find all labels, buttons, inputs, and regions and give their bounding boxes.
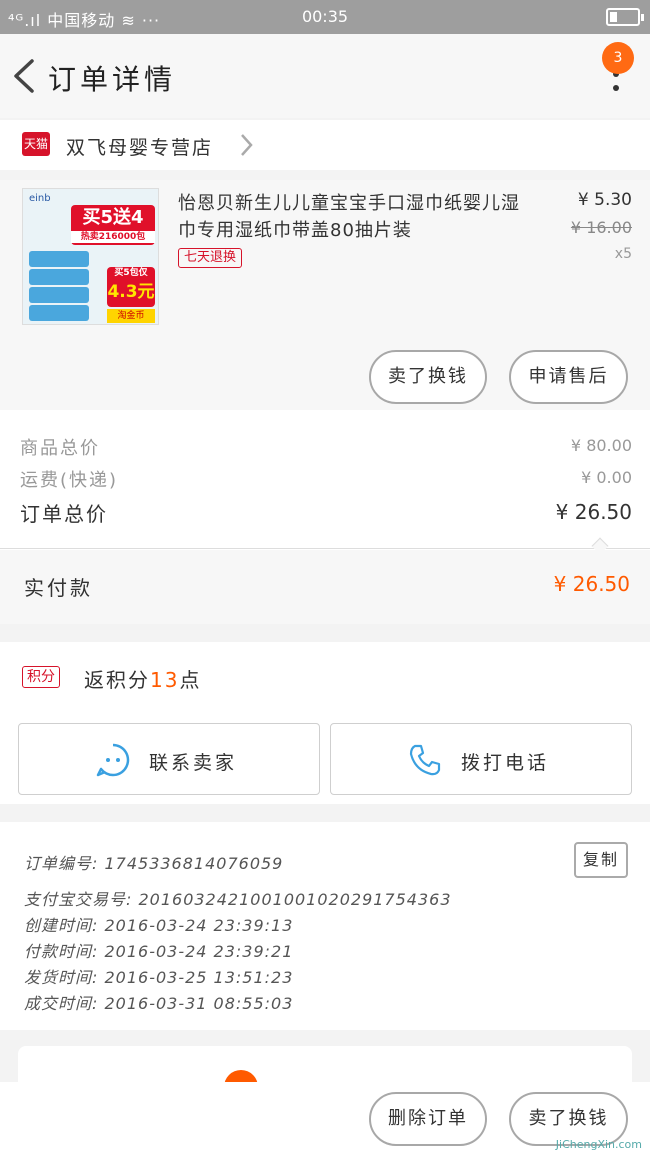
return-policy-tag: 七天退换: [178, 248, 243, 268]
points-suffix: 点: [179, 668, 202, 692]
product-price: ¥ 5.30: [577, 190, 632, 210]
delete-order-button[interactable]: 删除订单: [369, 1092, 487, 1146]
thumb-promo-subtext: 热卖216000包: [71, 231, 155, 243]
product-thumbnail[interactable]: einb 买5送4 热卖216000包 买5包仅 4.3元 淘金币: [22, 188, 159, 325]
points-text: 返积分13点: [84, 664, 201, 693]
thumb-offer-badge: 买5包仅 4.3元: [107, 267, 155, 307]
paid-amount-row: 实付款 ¥ 26.50: [0, 550, 650, 624]
product-original-price: ¥ 16.00: [570, 218, 632, 237]
watermark: JiChengXin.com: [555, 1138, 642, 1151]
order-info: 订单编号: 1745336814076059 复制 支付宝交易号: 201603…: [0, 822, 650, 1030]
battery-icon: [606, 8, 644, 26]
shop-row[interactable]: 天猫 双飞母婴专营店: [0, 120, 650, 170]
bottom-action-bar: 删除订单 卖了换钱 JiChengXin.com: [0, 1082, 650, 1155]
product-quantity: x5: [614, 246, 632, 262]
shipped-time: 发货时间: 2016-03-25 13:51:23: [24, 968, 294, 987]
call-phone-button[interactable]: 拨打电话: [330, 723, 632, 795]
thumb-wipes-pack: [29, 251, 89, 267]
points-prefix: 返积分: [84, 668, 150, 692]
copy-button[interactable]: 复制: [574, 842, 628, 878]
alipay-trade-number: 支付宝交易号: 2016032421001001020291754363: [24, 890, 452, 909]
order-number: 订单编号: 1745336814076059: [24, 854, 284, 873]
points-tag: 积分: [22, 666, 60, 688]
paid-time: 付款时间: 2016-03-24 23:39:21: [24, 942, 294, 961]
price-summary: 商品总价 ¥ 80.00 运费(快递) ¥ 0.00 订单总价 ¥ 26.50: [0, 410, 650, 555]
notification-badge[interactable]: 3: [602, 42, 634, 74]
tmall-tag: 天猫: [22, 132, 50, 156]
goods-total-label: 商品总价: [20, 438, 100, 459]
shipping-value: ¥ 0.00: [581, 468, 632, 487]
thumb-wipes-pack: [29, 287, 89, 303]
thumb-offer-price: 4.3元: [107, 282, 155, 302]
points-amount: 13: [150, 668, 180, 692]
shop-name[interactable]: 双飞母婴专营店: [66, 133, 213, 160]
product-item[interactable]: einb 买5送4 热卖216000包 买5包仅 4.3元 淘金币 怡恩贝新生儿…: [0, 180, 650, 410]
thumb-brand-logo: einb: [29, 193, 51, 204]
goods-total-value: ¥ 80.00: [570, 436, 632, 455]
thumb-promo-banner: 买5送4 热卖216000包: [71, 205, 155, 245]
shipping-label: 运费(快递): [20, 470, 119, 491]
page-title: 订单详情: [48, 63, 177, 96]
product-title[interactable]: 怡恩贝新生儿儿童宝宝手口湿巾纸婴儿湿巾专用湿纸巾带盖80抽片装: [178, 190, 538, 244]
back-arrow-icon[interactable]: [10, 58, 38, 94]
clock: 00:35: [301, 7, 349, 26]
completed-time: 成交时间: 2016-03-31 08:55:03: [24, 994, 294, 1013]
points-section: 积分 返积分13点 联系卖家 拨打电话: [0, 642, 650, 804]
after-sale-button[interactable]: 申请售后: [509, 350, 628, 404]
thumb-wipes-pack: [29, 305, 89, 321]
thumb-coin-tag: 淘金币: [107, 309, 155, 323]
phone-icon: [409, 744, 441, 776]
thumb-offer-top: 买5包仅: [114, 268, 148, 278]
thumb-promo-text: 买5送4: [82, 207, 144, 228]
battery-level: [610, 12, 617, 22]
contact-seller-button[interactable]: 联系卖家: [18, 723, 320, 795]
sell-button[interactable]: 卖了换钱: [369, 350, 487, 404]
contact-seller-label: 联系卖家: [149, 752, 238, 774]
order-total-value: ¥ 26.50: [555, 500, 632, 524]
created-time: 创建时间: 2016-03-24 23:39:13: [24, 916, 294, 935]
chevron-right-icon[interactable]: [236, 132, 256, 158]
status-bar: ⁴ᴳ.ıl 中国移动 ≋ ··· 00:35: [0, 0, 650, 34]
order-total-label: 订单总价: [20, 502, 108, 526]
paid-value: ¥ 26.50: [553, 572, 630, 596]
divider: [0, 548, 650, 549]
nav-bar: 订单详情 3: [0, 34, 650, 118]
thumb-wipes-pack: [29, 269, 89, 285]
paid-label: 实付款: [24, 576, 93, 600]
call-phone-label: 拨打电话: [461, 752, 550, 774]
chat-bubble-icon: [96, 743, 130, 777]
